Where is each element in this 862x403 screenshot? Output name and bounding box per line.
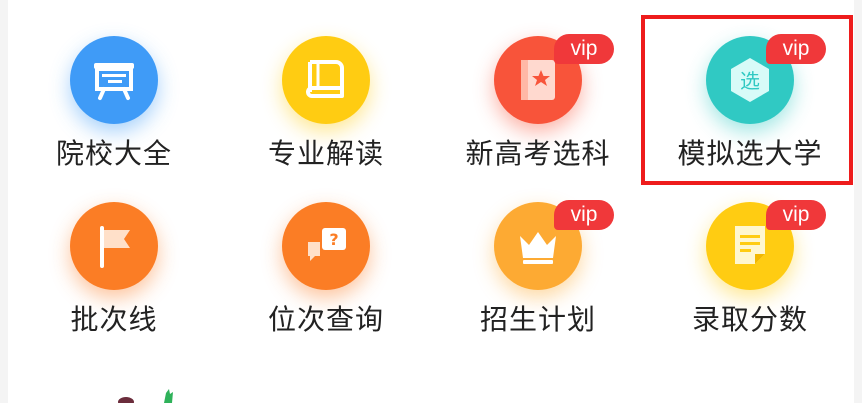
flag-icon bbox=[100, 226, 130, 268]
grid-item-label: 模拟选大学 bbox=[677, 137, 823, 170]
grid-item-label: 院校大全 bbox=[55, 137, 172, 170]
grid-item-batch-line[interactable]: 批次线 bbox=[8, 186, 220, 376]
blackboard-icon bbox=[94, 63, 134, 100]
feature-panel: 院校大全 专业解读 vip 新高考选科 选 vip 模拟选大学 批次线 ? 位次… bbox=[8, 0, 854, 403]
grid-item-label: 录取分数 bbox=[691, 303, 808, 336]
grid-item-label: 招生计划 bbox=[479, 303, 596, 336]
illustration-fragment bbox=[118, 389, 173, 403]
grid-item-subject-selection[interactable]: vip 新高考选科 bbox=[432, 20, 644, 210]
grid-item-icon-bg bbox=[70, 202, 158, 290]
vip-badge: vip bbox=[766, 34, 826, 64]
grid-item-admission-scores[interactable]: vip 录取分数 bbox=[644, 186, 856, 376]
grid-item-label: 批次线 bbox=[70, 303, 158, 336]
grid-item-icon-bg: ? bbox=[282, 202, 370, 290]
question-chat-icon: ? bbox=[308, 228, 346, 261]
grid-item-rank-query[interactable]: ? 位次查询 bbox=[220, 186, 432, 376]
grid-item-mock-university[interactable]: 选 vip 模拟选大学 bbox=[644, 20, 856, 210]
vip-badge: vip bbox=[554, 200, 614, 230]
vip-badge: vip bbox=[766, 200, 826, 230]
hexagon-char: 选 bbox=[740, 69, 760, 93]
grid-item-label: 位次查询 bbox=[267, 303, 384, 336]
grid-item-icon-bg bbox=[70, 36, 158, 124]
book-icon bbox=[306, 60, 344, 98]
svg-text:?: ? bbox=[329, 230, 338, 249]
grid-item-label: 专业解读 bbox=[267, 137, 384, 170]
grid-item-major-guide[interactable]: 专业解读 bbox=[220, 20, 432, 210]
grid-item-icon-bg bbox=[282, 36, 370, 124]
grid-item-label: 新高考选科 bbox=[465, 137, 611, 170]
vip-badge: vip bbox=[554, 34, 614, 64]
grid-item-school-list[interactable]: 院校大全 bbox=[8, 20, 220, 210]
grid-item-enrollment-plan[interactable]: vip 招生计划 bbox=[432, 186, 644, 376]
